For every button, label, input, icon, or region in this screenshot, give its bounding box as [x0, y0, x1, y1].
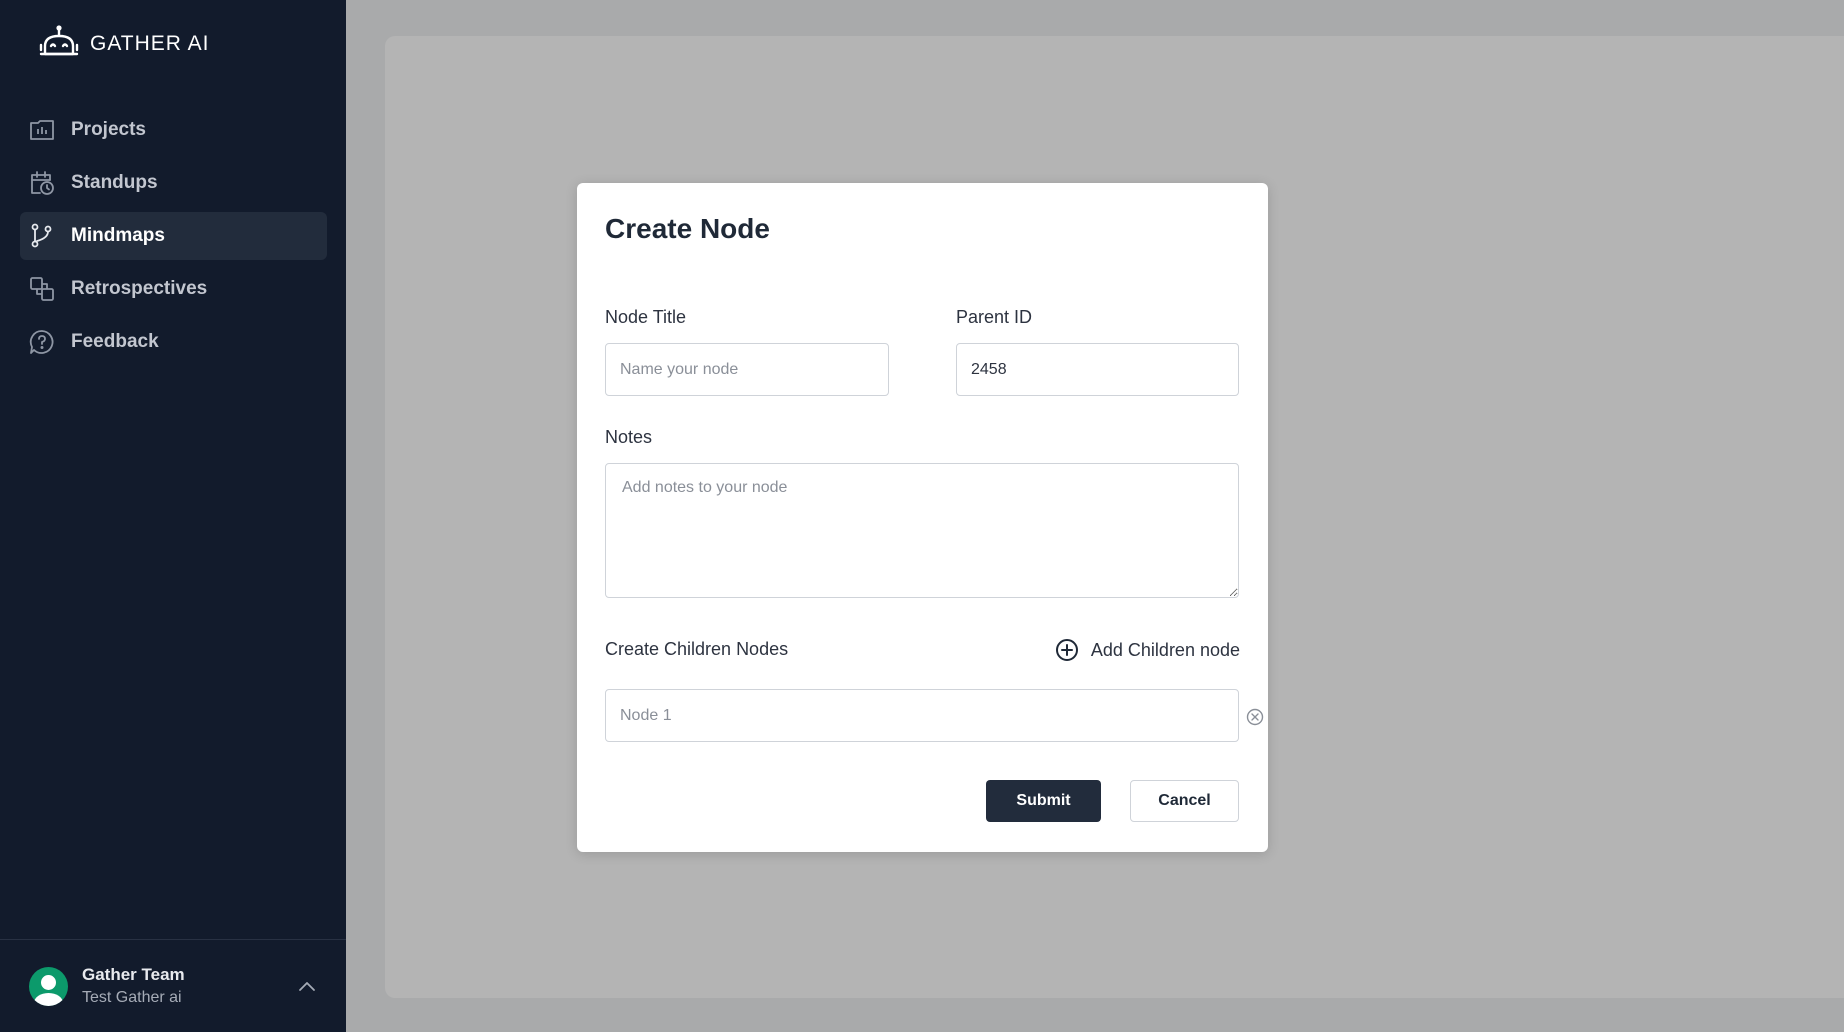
- node-title-label: Node Title: [605, 307, 687, 327]
- parent-id-input[interactable]: [956, 343, 1239, 396]
- submit-button[interactable]: Submit: [986, 780, 1101, 822]
- app-logo-text: GATHER AI: [90, 32, 210, 55]
- sidebar-item-retrospectives[interactable]: Retrospectives: [20, 265, 327, 313]
- cancel-button[interactable]: Cancel: [1130, 780, 1239, 822]
- remove-child-node-icon[interactable]: [1246, 708, 1264, 726]
- user-profile[interactable]: Gather Team Test Gather ai: [0, 939, 346, 1032]
- chevron-up-icon[interactable]: [298, 978, 316, 996]
- app-logo[interactable]: GATHER AI: [38, 24, 209, 64]
- add-children-node-button[interactable]: Add Children node: [1055, 638, 1240, 662]
- sidebar-item-label: Standups: [71, 172, 158, 193]
- calendar-clock-icon: [29, 170, 55, 196]
- user-info: Gather Team Test Gather ai: [82, 965, 185, 1007]
- sidebar-item-label: Retrospectives: [71, 278, 208, 299]
- feedback-icon: [29, 329, 55, 355]
- sidebar-item-label: Projects: [71, 119, 146, 140]
- sidebar-item-label: Feedback: [71, 331, 159, 352]
- robot-icon: [38, 24, 82, 64]
- user-org: Test Gather ai: [82, 989, 182, 1006]
- projects-icon: [29, 117, 55, 143]
- sidebar: GATHER AI Projects Standups Mindmaps Ret…: [0, 0, 346, 1032]
- sidebar-item-feedback[interactable]: Feedback: [20, 318, 327, 366]
- user-name: Gather Team: [82, 965, 185, 984]
- notes-textarea[interactable]: [605, 463, 1239, 598]
- sidebar-nav: Projects Standups Mindmaps Retrospective…: [20, 106, 327, 371]
- children-nodes-label: Create Children Nodes: [605, 639, 789, 659]
- plus-circle-icon: [1055, 639, 1078, 661]
- parent-id-label: Parent ID: [956, 307, 1033, 327]
- sidebar-item-label: Mindmaps: [71, 225, 165, 246]
- retrospectives-icon: [29, 276, 55, 302]
- node-title-input[interactable]: [605, 343, 889, 396]
- create-node-modal: Create Node Node Title Parent ID Notes C…: [577, 183, 1268, 852]
- avatar: [29, 966, 68, 1006]
- sidebar-item-projects[interactable]: Projects: [20, 106, 327, 154]
- sidebar-item-standups[interactable]: Standups: [20, 159, 327, 207]
- sidebar-item-mindmaps[interactable]: Mindmaps: [20, 212, 327, 260]
- git-branch-icon: [29, 223, 55, 249]
- add-children-node-label: Add Children node: [1090, 639, 1240, 660]
- notes-label: Notes: [605, 427, 653, 447]
- child-node-input[interactable]: [605, 689, 1239, 742]
- modal-title: Create Node: [605, 213, 770, 244]
